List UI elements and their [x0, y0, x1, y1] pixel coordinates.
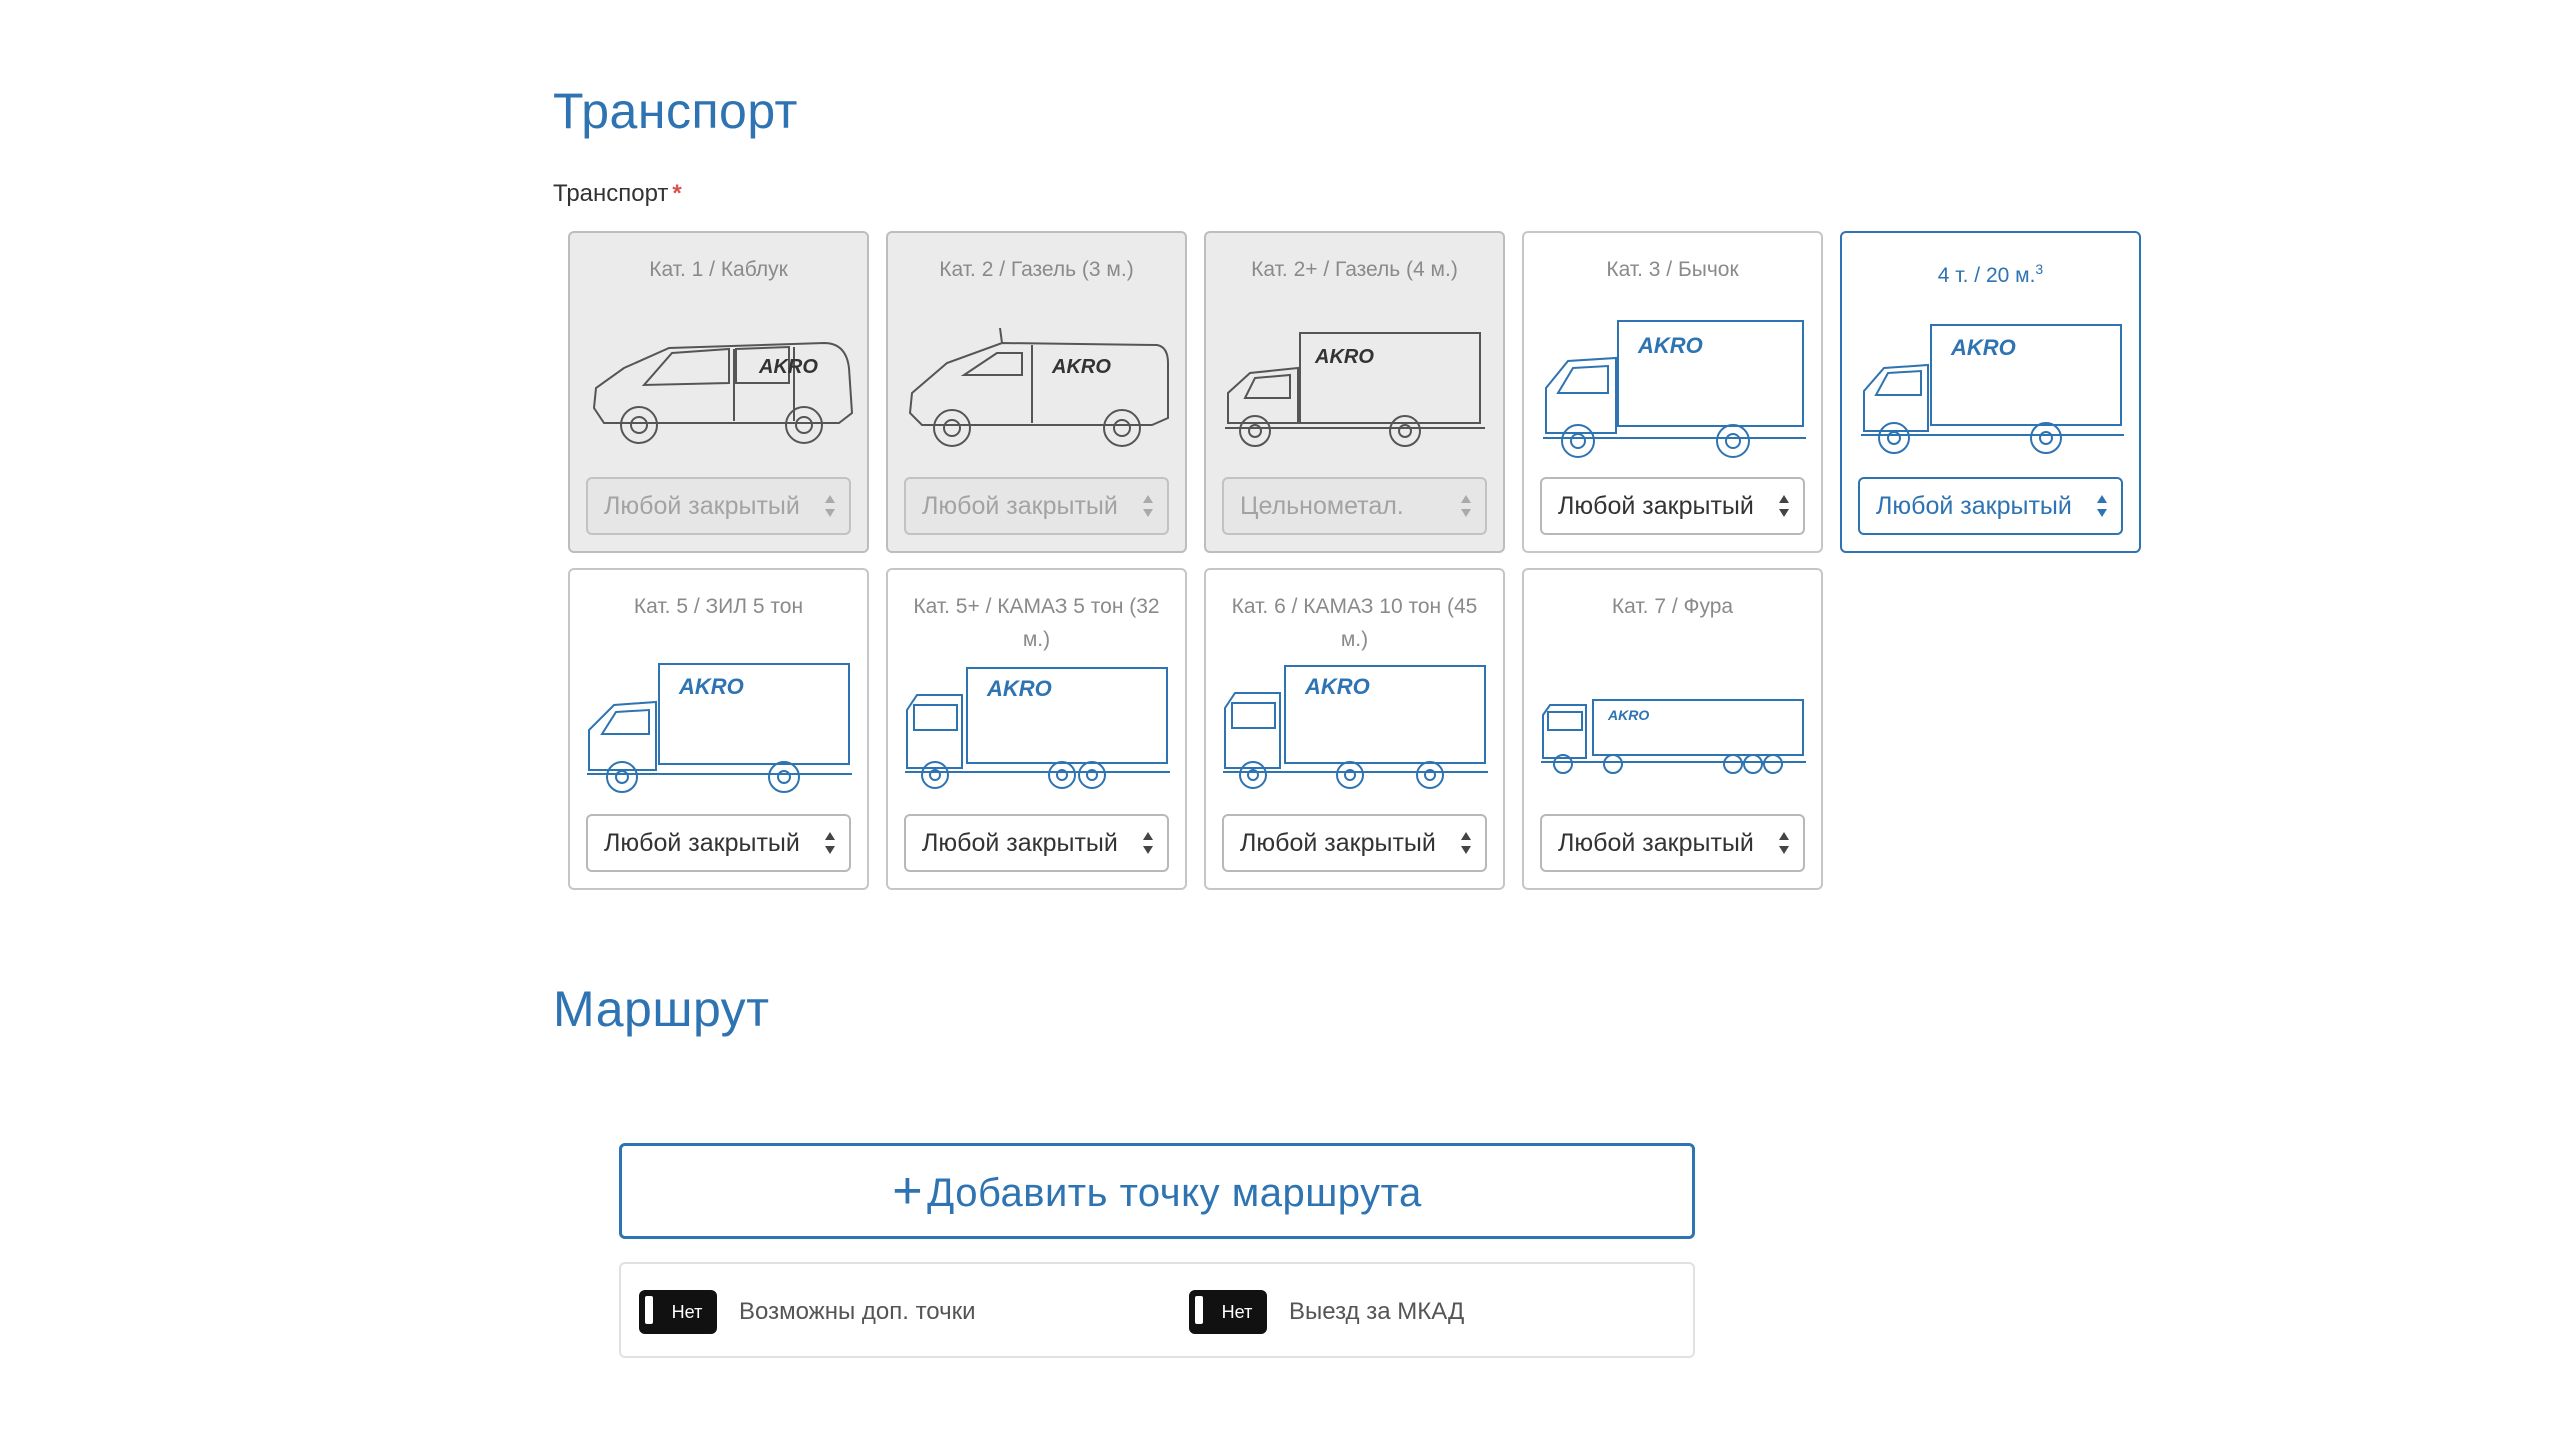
toggle-state-label: Нет	[671, 1302, 703, 1322]
vehicle-card-title: Кат. 7 / Фура	[1611, 595, 1734, 618]
toggle-knob	[643, 1294, 655, 1326]
vehicle-card-title: Кат. 1 / Каблук	[649, 258, 788, 281]
vehicle-card-cat2plus[interactable]: Кат. 2+ / Газель (4 м.) AKRO Цельнометал…	[1204, 231, 1505, 553]
vehicle-type-select[interactable]: Любой закрытый	[1540, 477, 1805, 535]
vehicle-type-select[interactable]: Любой закрытый	[904, 814, 1169, 872]
vehicle-card-cat3[interactable]: Кат. 3 / Бычок AKRO Любой закрытый	[1522, 231, 1823, 553]
vehicle-card-title: Кат. 3 / Бычок	[1606, 258, 1739, 281]
box-truck-icon: AKRO	[1538, 313, 1808, 463]
transport-label-text: Транспорт	[553, 180, 669, 207]
svg-text:AKRO: AKRO	[1607, 707, 1649, 723]
select-arrows-icon	[1779, 493, 1789, 519]
box-truck-icon: AKRO	[1856, 313, 2126, 463]
vehicle-card-cat7[interactable]: Кат. 7 / Фура AKRO Любой закрытый	[1522, 568, 1823, 890]
required-mark: *	[672, 180, 682, 207]
vehicle-card-cat2[interactable]: Кат. 2 / Газель (3 м.) AKRO Любой закрыт…	[886, 231, 1187, 553]
heavy-truck-icon: AKRO	[1220, 650, 1490, 800]
svg-text:AKRO: AKRO	[678, 674, 744, 699]
vehicle-type-select[interactable]: Любой закрытый	[586, 477, 851, 535]
vehicle-type-select[interactable]: Любой закрытый	[1858, 477, 2123, 535]
add-route-point-label: Добавить точку маршрута	[927, 1171, 1422, 1215]
svg-text:AKRO: AKRO	[758, 356, 818, 378]
transport-field-label: Транспорт *	[553, 180, 682, 208]
select-arrows-icon	[825, 830, 835, 856]
select-arrows-icon	[1461, 493, 1471, 519]
outside-mkad-toggle[interactable]: Нет	[1189, 1290, 1267, 1334]
box-truck-icon: AKRO	[584, 650, 854, 800]
svg-text:AKRO: AKRO	[1950, 335, 2016, 360]
svg-text:AKRO: AKRO	[1304, 674, 1370, 699]
vehicle-card-cat5plus[interactable]: Кат. 5+ / КАМАЗ 5 тон (32 м.) AKRO Любой…	[886, 568, 1187, 890]
vehicle-type-select[interactable]: Любой закрытый	[1222, 814, 1487, 872]
route-section-title: Маршрут	[553, 981, 770, 1037]
svg-text:AKRO: AKRO	[1051, 356, 1111, 378]
transport-section-title: Транспорт	[553, 83, 798, 139]
select-arrows-icon	[1143, 493, 1153, 519]
route-options-panel: Нет Возможны доп. точки Нет Выезд за МКА…	[619, 1262, 1695, 1358]
vehicle-card-title: Кат. 2+ / Газель (4 м.)	[1251, 258, 1458, 281]
extra-points-label: Возможны доп. точки	[739, 1298, 976, 1325]
light-truck-icon: AKRO	[1220, 313, 1490, 463]
svg-text:AKRO: AKRO	[1314, 346, 1374, 368]
extra-points-toggle[interactable]: Нет	[639, 1290, 717, 1334]
heavy-truck-icon: AKRO	[902, 650, 1172, 800]
toggle-state-label: Нет	[1221, 1302, 1253, 1322]
vehicle-type-select[interactable]: Любой закрытый	[1540, 814, 1805, 872]
vehicle-card-4t-20m3[interactable]: 4 т. / 20 м.3 AKRO Любой закрытый	[1840, 231, 2141, 553]
select-arrows-icon	[1779, 830, 1789, 856]
semi-truck-icon: AKRO	[1538, 650, 1808, 800]
select-arrows-icon	[1461, 830, 1471, 856]
vehicle-card-cat5[interactable]: Кат. 5 / ЗИЛ 5 тон AKRO Любой закрытый	[568, 568, 869, 890]
plus-icon: +	[892, 1162, 924, 1220]
vehicle-card-title: 4 т. / 20 м.3	[1937, 261, 2044, 287]
select-arrows-icon	[2097, 493, 2107, 519]
select-arrows-icon	[825, 493, 835, 519]
vehicle-body-select[interactable]: Цельнометал.	[1222, 477, 1487, 535]
select-arrows-icon	[1143, 830, 1153, 856]
van-icon: AKRO	[902, 313, 1172, 463]
vehicle-card-title: Кат. 5+ / КАМАЗ 5 тон (32 м.)	[913, 595, 1160, 651]
add-route-point-button[interactable]: + Добавить точку маршрута	[619, 1143, 1695, 1239]
vehicle-type-select[interactable]: Любой закрытый	[586, 814, 851, 872]
svg-text:AKRO: AKRO	[1637, 333, 1703, 358]
vehicle-card-title: Кат. 2 / Газель (3 м.)	[939, 258, 1134, 281]
vehicle-card-title: Кат. 6 / КАМАЗ 10 тон (45 м.)	[1231, 595, 1478, 651]
vehicle-type-select[interactable]: Любой закрытый	[904, 477, 1169, 535]
svg-text:AKRO: AKRO	[986, 676, 1052, 701]
vehicle-card-cat1[interactable]: Кат. 1 / Каблук AKRO Любой закрытый	[568, 231, 869, 553]
outside-mkad-label: Выезд за МКАД	[1289, 1298, 1465, 1325]
vehicle-card-cat6[interactable]: Кат. 6 / КАМАЗ 10 тон (45 м.) AKRO Любой…	[1204, 568, 1505, 890]
van-small-icon: AKRO	[584, 313, 854, 463]
toggle-knob	[1193, 1294, 1205, 1326]
vehicle-card-title: Кат. 5 / ЗИЛ 5 тон	[633, 595, 804, 618]
